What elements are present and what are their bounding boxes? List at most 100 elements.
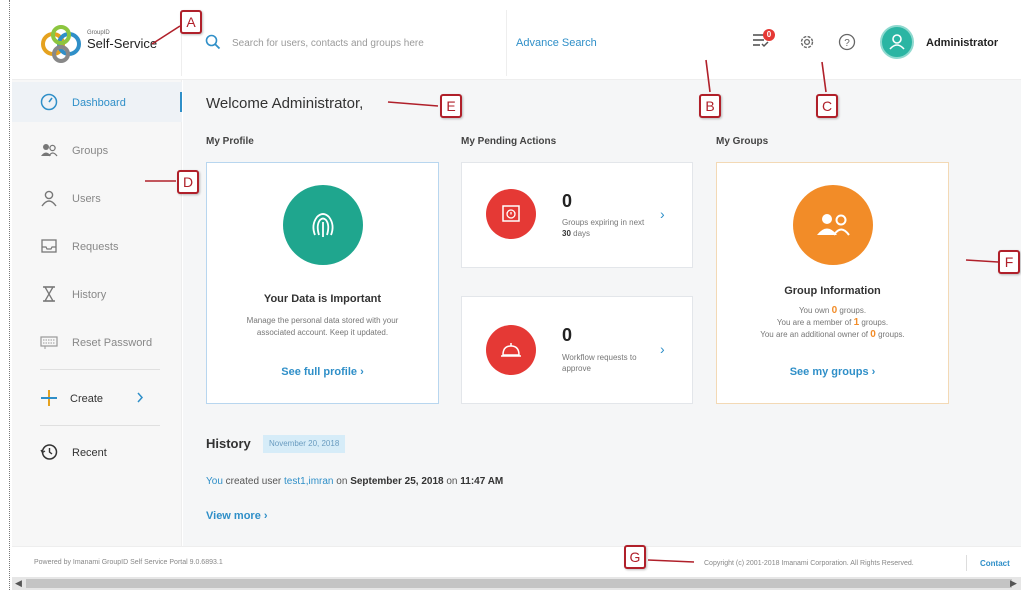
- history-title: History: [206, 436, 251, 451]
- callout-f: F: [998, 250, 1020, 274]
- history-actor-link[interactable]: You: [206, 476, 223, 487]
- gear-icon[interactable]: [798, 33, 816, 51]
- profile-circle: [283, 185, 363, 265]
- footer-divider: [966, 555, 967, 571]
- groups-card-desc: You own 0 groups. You are a member of 1 …: [717, 305, 948, 341]
- section-title-pending: My Pending Actions: [461, 136, 557, 147]
- link-label: See my groups: [789, 366, 869, 378]
- scrollbar-thumb[interactable]: [26, 579, 1012, 588]
- history-date-badge: November 20, 2018: [263, 435, 346, 453]
- groups-card: Group Information You own 0 groups. You …: [716, 162, 949, 404]
- sidebar-divider: [40, 369, 160, 370]
- scroll-right-icon[interactable]: ▶: [1010, 577, 1017, 590]
- top-header: GroupID Self-Service Advance Search 0 ?: [12, 0, 1021, 80]
- sidebar-item-requests[interactable]: Requests: [12, 226, 182, 266]
- view-more-link[interactable]: View more ›: [206, 510, 268, 522]
- own-count: 0: [831, 305, 838, 316]
- expiring-days: 30: [562, 229, 571, 238]
- pending-expiring-card[interactable]: 0 Groups expiring in next 30 days ›: [461, 162, 693, 268]
- footer-powered-by: Powered by Imanami GroupID Self Service …: [34, 559, 223, 566]
- history-on2: on: [446, 476, 458, 487]
- scroll-left-icon[interactable]: ◀: [15, 577, 22, 590]
- app-window: GroupID Self-Service Advance Search 0 ?: [0, 0, 1021, 590]
- search-icon[interactable]: [205, 34, 221, 50]
- notification-badge: 0: [763, 29, 775, 41]
- chevron-right-icon[interactable]: ›: [660, 341, 665, 357]
- sidebar-item-label: Create: [70, 393, 104, 405]
- advance-search-link[interactable]: Advance Search: [516, 37, 597, 49]
- sidebar-item-label: Reset Password: [72, 337, 153, 349]
- member-suffix: groups.: [861, 318, 889, 327]
- user-avatar-icon: [889, 34, 905, 50]
- app-logo[interactable]: GroupID Self-Service: [39, 24, 179, 64]
- sidebar-item-dashboard[interactable]: Dashboard: [12, 82, 182, 122]
- user-name[interactable]: Administrator: [926, 37, 998, 49]
- sidebar-item-label: History: [72, 289, 107, 301]
- sidebar-item-reset-password[interactable]: Reset Password: [12, 322, 182, 362]
- history-action: created user: [225, 476, 282, 487]
- callout-c: C: [816, 94, 838, 118]
- section-title-groups: My Groups: [716, 136, 769, 147]
- callout-a: A: [180, 10, 202, 34]
- main-content: Welcome Administrator, My Profile My Pen…: [183, 80, 1021, 546]
- horizontal-scrollbar[interactable]: ◀ ▶: [12, 577, 1021, 590]
- footer: Powered by Imanami GroupID Self Service …: [12, 546, 1021, 576]
- sidebar-item-label: Groups: [72, 145, 109, 157]
- sidebar-item-groups[interactable]: Groups: [12, 130, 182, 170]
- sidebar-item-label: Users: [72, 193, 101, 205]
- chevron-right-icon: ›: [360, 366, 364, 378]
- sidebar-item-create[interactable]: Create: [12, 378, 182, 418]
- pending-workflow-card[interactable]: 0 Workflow requests to approve ›: [461, 296, 693, 404]
- member-prefix: You are a member of: [776, 318, 852, 327]
- workflow-count: 0: [562, 325, 573, 345]
- keyboard-icon: [40, 336, 58, 349]
- member-count: 1: [853, 317, 860, 328]
- hourglass-icon: [43, 286, 55, 302]
- see-full-profile-link[interactable]: See full profile ›: [207, 366, 438, 378]
- profile-card-desc: Manage the personal data stored with you…: [246, 316, 399, 337]
- groups-icon: [41, 144, 58, 157]
- contact-link[interactable]: Contact: [980, 559, 1010, 568]
- expiry-clock-icon: [502, 205, 520, 222]
- sidebar-item-users[interactable]: Users: [12, 178, 182, 218]
- service-bell-icon: [501, 343, 521, 357]
- groups-circle: [793, 185, 873, 265]
- svg-text:?: ?: [844, 38, 850, 49]
- section-title-profile: My Profile: [206, 136, 254, 147]
- workflow-desc: Workflow requests to approve: [562, 353, 637, 373]
- plus-icon: [41, 390, 57, 406]
- pending-circle: [486, 325, 536, 375]
- history-time: 11:47 AM: [460, 476, 504, 487]
- owner-suffix: groups.: [878, 330, 905, 339]
- chevron-right-icon: ›: [871, 366, 876, 378]
- link-label: See full profile: [281, 366, 358, 378]
- window-border: [9, 0, 10, 590]
- search-input[interactable]: [232, 32, 502, 54]
- chevron-right-icon: ›: [263, 510, 268, 522]
- active-indicator: [180, 92, 182, 112]
- history-on: on: [336, 476, 348, 487]
- sidebar-item-label: Requests: [72, 241, 119, 253]
- sidebar-item-recent[interactable]: Recent: [12, 432, 182, 472]
- avatar[interactable]: [880, 25, 914, 59]
- pending-circle: [486, 189, 536, 239]
- sidebar-item-history[interactable]: History: [12, 274, 182, 314]
- sidebar: Dashboard Groups Users Requests History …: [12, 80, 182, 546]
- link-label: View more: [206, 510, 261, 522]
- recent-icon: [40, 444, 58, 460]
- help-icon[interactable]: ?: [838, 33, 856, 51]
- groups-card-title: Group Information: [784, 285, 881, 297]
- history-target-link[interactable]: test1,imran: [284, 476, 333, 487]
- sidebar-divider: [40, 425, 160, 426]
- chevron-right-icon[interactable]: ›: [660, 206, 665, 222]
- expiring-desc-text: Groups expiring in next: [562, 218, 645, 227]
- see-my-groups-link[interactable]: See my groups ›: [717, 366, 948, 378]
- callout-b: B: [699, 94, 721, 118]
- brand-name: Self-Service: [87, 36, 158, 51]
- fingerprint-icon: [312, 213, 334, 237]
- callout-g: G: [624, 545, 646, 569]
- own-suffix: groups.: [839, 306, 867, 315]
- profile-card: Your Data is Important Manage the person…: [206, 162, 439, 404]
- sidebar-item-label: Recent: [72, 447, 107, 459]
- inbox-icon: [41, 239, 57, 253]
